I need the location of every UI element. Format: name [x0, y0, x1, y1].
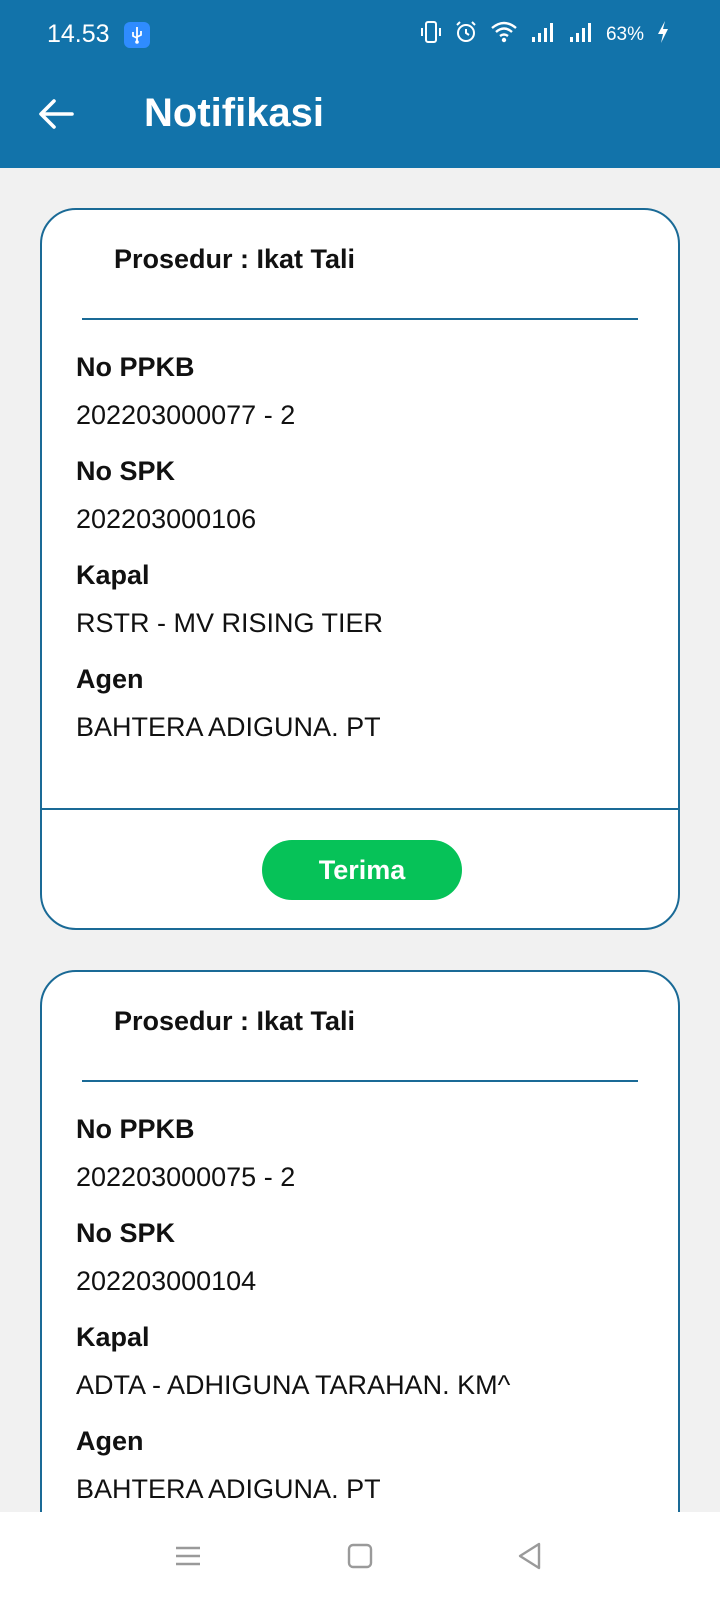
status-icons: 63%	[420, 20, 670, 49]
field-label-kapal: Kapal	[76, 560, 150, 590]
status-bar: 14.53 63%	[0, 0, 720, 72]
field-label-ppkb: No PPKB	[76, 1114, 195, 1144]
back-triangle-icon	[518, 1542, 541, 1570]
field-value-ppkb: 202203000075 - 2	[76, 1162, 296, 1192]
field-value-agen: BAHTERA ADIGUNA. PT	[76, 712, 381, 742]
procedure-title: Prosedur : Ikat Tali	[114, 244, 356, 274]
system-nav-bar	[0, 1512, 720, 1600]
home-square-icon	[347, 1543, 373, 1569]
menu-icon	[176, 1546, 200, 1566]
charging-icon	[656, 20, 670, 49]
page-title: Notifikasi	[144, 91, 325, 135]
wifi-icon	[490, 20, 518, 49]
field-label-spk: No SPK	[76, 456, 176, 486]
signal-icon	[530, 21, 556, 48]
field-label-agen: Agen	[76, 1426, 144, 1456]
field-label-kapal: Kapal	[76, 1322, 150, 1352]
field-value-kapal: ADTA - ADHIGUNA TARAHAN. KM^	[76, 1370, 511, 1400]
field-value-ppkb: 202203000077 - 2	[76, 400, 296, 430]
field-label-ppkb: No PPKB	[76, 352, 195, 382]
recent-apps-button[interactable]	[164, 1532, 212, 1580]
divider	[42, 808, 678, 810]
notification-card: Prosedur : Ikat Tali No PPKB 20220300007…	[40, 208, 680, 930]
accept-button[interactable]: Terima	[262, 840, 462, 900]
notification-card: Prosedur : Ikat Tali No PPKB 20220300007…	[40, 970, 680, 1600]
battery-percent: 63%	[605, 23, 644, 45]
signal-icon	[568, 21, 594, 48]
procedure-title: Prosedur : Ikat Tali	[114, 1006, 356, 1036]
field-value-spk: 202203000106	[76, 504, 257, 534]
divider	[82, 1080, 638, 1082]
back-button[interactable]	[30, 88, 82, 140]
vibrate-icon	[420, 20, 442, 49]
field-value-kapal: RSTR - MV RISING TIER	[76, 608, 384, 638]
arrow-left-icon	[39, 99, 74, 129]
field-value-agen: BAHTERA ADIGUNA. PT	[76, 1474, 381, 1504]
home-button[interactable]	[336, 1532, 384, 1580]
status-time: 14.53	[47, 20, 110, 48]
field-label-agen: Agen	[76, 664, 144, 694]
divider	[82, 318, 638, 320]
alarm-icon	[454, 20, 478, 49]
system-back-button[interactable]	[506, 1532, 554, 1580]
usb-icon	[124, 22, 150, 48]
app-bar: 14.53 63% Notifikasi	[0, 0, 720, 168]
field-value-spk: 202203000104	[76, 1266, 257, 1296]
field-label-spk: No SPK	[76, 1218, 176, 1248]
